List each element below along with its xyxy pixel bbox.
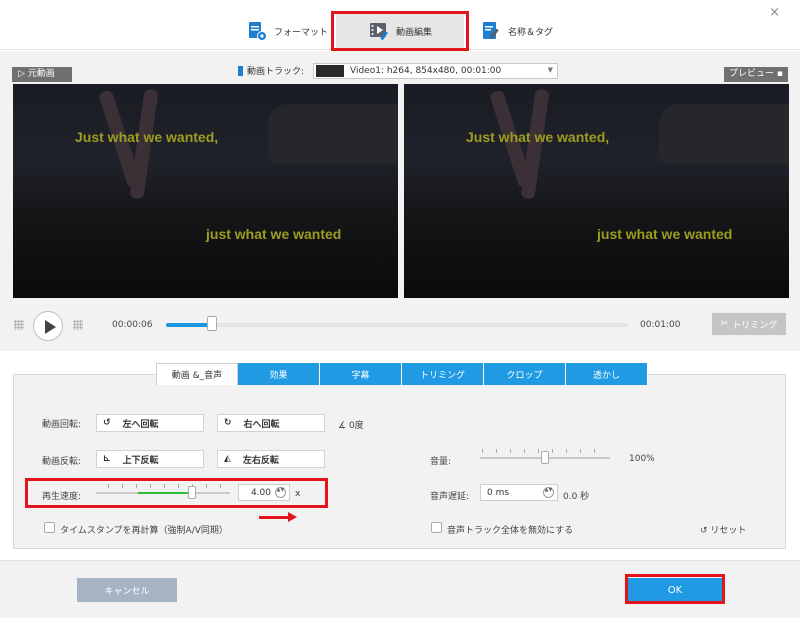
playback-bar: 00:00:06 00:01:00 ✂ トリミング <box>0 304 800 341</box>
disable-audio-label: 音声トラック全体を無効にする <box>447 526 574 536</box>
tab-format-label: フォーマット <box>274 27 329 38</box>
tab-watermark[interactable]: 透かし <box>566 363 648 385</box>
tab-video-edit[interactable]: 動画編集 <box>336 14 464 48</box>
tab-subtitles[interactable]: 字幕 <box>320 363 402 385</box>
ok-button[interactable]: OK <box>628 578 722 602</box>
preview-label: プレビュー ▪ <box>724 67 788 82</box>
rotation-angle: ∡ 0度 <box>338 418 364 431</box>
top-tab-bar: × フォーマット 動画編集 名称＆タグ <box>0 0 800 50</box>
timestamp-label: タイムスタンプを再計算（強制A/V同期） <box>60 526 228 536</box>
video-edit-icon <box>368 20 390 42</box>
reset-icon: ↺ <box>700 526 708 536</box>
tab-video-edit-label: 動画編集 <box>395 27 432 38</box>
rotate-left-button[interactable]: ↺ 左へ回転 <box>96 414 204 432</box>
video-preview-area: ▷ 元動画 プレビュー ▪ 動画トラック: Video1: h264, 854x… <box>0 51 800 351</box>
tab-trimming[interactable]: トリミング <box>402 363 484 385</box>
grip-icon[interactable] <box>14 320 24 330</box>
track-thumbnail <box>316 65 344 77</box>
audio-delay-input[interactable]: 0 ms ▲▼ <box>480 484 558 501</box>
chevron-down-icon: ▼ <box>547 66 553 74</box>
format-icon <box>246 20 268 42</box>
car-shape <box>659 104 789 164</box>
rotation-label: 動画回転: <box>42 420 82 430</box>
speed-input[interactable]: 4.00 ▲▼ <box>238 484 290 501</box>
spinner-icon[interactable]: ▲▼ <box>275 487 286 498</box>
play-button[interactable] <box>33 311 63 341</box>
flip-label: 動画反転: <box>42 457 82 467</box>
flip-horizontal-button[interactable]: ◭ 左右反転 <box>217 450 325 468</box>
grip-icon[interactable] <box>73 320 83 330</box>
source-video-label: ▷ 元動画 <box>12 67 72 82</box>
audio-delay-label: 音声遅延: <box>430 492 470 502</box>
speed-ticks <box>108 484 230 488</box>
edit-subtabs: 動画 &_音声 効果 字幕 トリミング クロップ 透かし <box>156 363 648 385</box>
flip-vertical-icon: ⊾ <box>103 454 111 464</box>
source-video-label-text: 元動画 <box>27 69 55 79</box>
reset-button[interactable]: ↺ リセット <box>700 523 746 536</box>
volume-value: 100% <box>629 454 655 464</box>
tab-video-audio[interactable]: 動画 &_音声 <box>156 363 238 385</box>
subtitle-bottom: just what we wanted <box>206 226 342 242</box>
rotate-right-icon: ↻ <box>224 418 232 428</box>
volume-label: 音量: <box>430 457 452 467</box>
source-video-frame: Just what we wanted, just what we wanted <box>13 84 398 298</box>
subtitle-top: Just what we wanted, <box>466 129 610 145</box>
flip-horizontal-icon: ◭ <box>224 454 231 464</box>
tab-effects[interactable]: 効果 <box>238 363 320 385</box>
trim-button-label: トリミング <box>732 320 778 331</box>
tab-format[interactable]: フォーマット <box>246 14 336 48</box>
video-track-value: Video1: h264, 854x480, 00:01:00 <box>350 66 502 76</box>
tab-name-tag-label: 名称＆タグ <box>508 27 554 38</box>
video-track-select[interactable]: Video1: h264, 854x480, 00:01:00 ▼ <box>313 63 558 79</box>
speed-slider-fill <box>138 492 193 494</box>
angle-icon: ∡ <box>338 421 347 431</box>
spinner-icon[interactable]: ▲▼ <box>543 487 554 498</box>
tab-crop[interactable]: クロップ <box>484 363 566 385</box>
audio-delay-value: 0 ms <box>487 487 510 498</box>
speed-slider-handle[interactable] <box>188 486 197 499</box>
rotate-right-button[interactable]: ↻ 右へ回転 <box>217 414 325 432</box>
tab-name-tag[interactable]: 名称＆タグ <box>480 14 580 48</box>
close-icon[interactable]: × <box>769 5 780 20</box>
video-track-label-text: 動画トラック: <box>247 67 305 77</box>
seek-handle[interactable] <box>207 316 218 331</box>
flip-vertical-button[interactable]: ⊾ 上下反転 <box>96 450 204 468</box>
rotate-left-icon: ↺ <box>103 418 111 428</box>
seek-bar[interactable] <box>166 316 628 331</box>
timestamp-checkbox[interactable] <box>44 522 55 533</box>
total-time: 00:01:00 <box>640 320 681 330</box>
current-time: 00:00:06 <box>112 320 153 330</box>
speed-unit: x <box>295 489 301 499</box>
video-track-label: 動画トラック: <box>238 64 304 77</box>
legs-shape <box>97 88 163 204</box>
speed-label: 再生速度: <box>42 492 82 502</box>
track-icon <box>238 65 243 76</box>
disable-audio-checkbox[interactable] <box>431 522 442 533</box>
subtitle-bottom: just what we wanted <box>597 226 733 242</box>
reset-label: リセット <box>710 526 747 536</box>
trim-button[interactable]: ✂ トリミング <box>712 313 786 335</box>
name-tag-icon <box>480 20 502 42</box>
seek-progress <box>166 323 213 327</box>
rotate-right-label: 右へ回転 <box>243 419 280 430</box>
flip-horizontal-label: 左右反転 <box>242 455 279 466</box>
rotation-angle-value: 0度 <box>348 421 364 431</box>
red-arrow-indicator <box>259 512 297 522</box>
dialog-footer: キャンセル OK <box>0 560 800 618</box>
speed-value: 4.00 <box>250 487 271 498</box>
car-shape <box>268 104 398 164</box>
rotate-left-label: 左へ回転 <box>122 419 159 430</box>
scissors-icon: ✂ <box>720 319 729 329</box>
volume-slider-handle[interactable] <box>541 451 549 464</box>
cancel-button[interactable]: キャンセル <box>77 578 177 602</box>
preview-video-frame: Just what we wanted, just what we wanted <box>404 84 789 298</box>
preview-label-text: プレビュー <box>729 69 775 79</box>
subtitle-top: Just what we wanted, <box>75 129 219 145</box>
legs-shape <box>488 88 554 204</box>
flip-vertical-label: 上下反転 <box>122 455 159 466</box>
audio-delay-seconds: 0.0 秒 <box>563 492 590 502</box>
